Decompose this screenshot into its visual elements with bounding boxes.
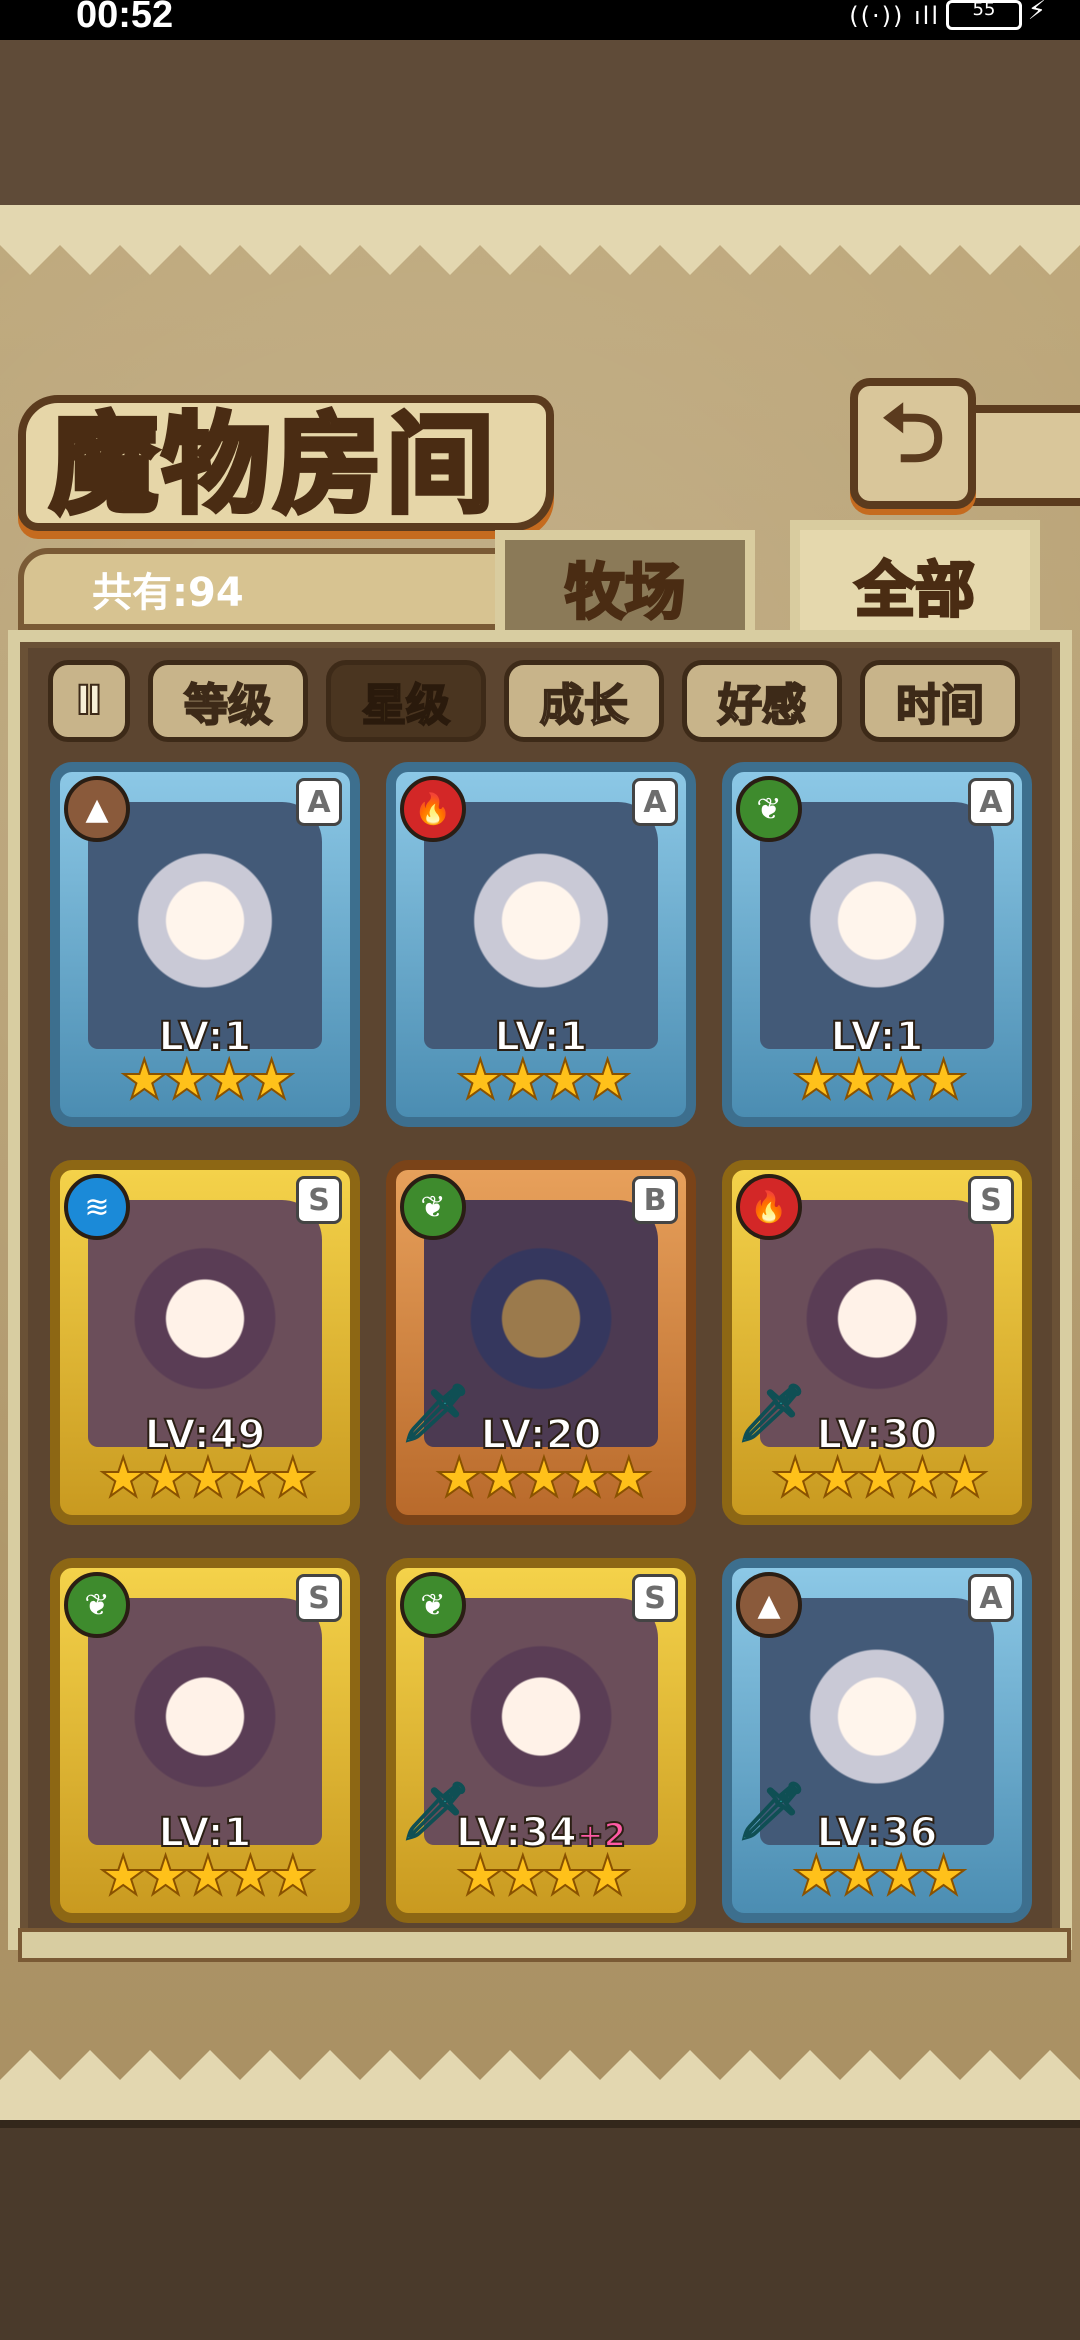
star-rating: ★★★★ (791, 1843, 969, 1908)
sort-growth-button[interactable]: 成长 (504, 660, 664, 742)
rank-badge: B (632, 1176, 678, 1224)
star-rating: ★★★★ (455, 1843, 633, 1908)
rank-badge: S (632, 1574, 678, 1622)
monster-portrait (424, 802, 658, 1049)
monster-card[interactable]: 🔥 S 🗡 LV:30 ★★★★★ (722, 1160, 1032, 1525)
bottom-map-strip (0, 2120, 1080, 2340)
star-rating: ★★★★ (791, 1047, 969, 1112)
star-rating: ★★★★★ (434, 1445, 654, 1510)
monster-card[interactable]: 🔥 A LV:1 ★★★★ (386, 762, 696, 1127)
grass-element-icon: ❦ (64, 1572, 130, 1638)
earth-element-icon: ▲ (736, 1572, 802, 1638)
sort-bar: Ⅱ 等级 星级 成长 好感 时间 (48, 660, 1020, 742)
sort-level-button[interactable]: 等级 (148, 660, 308, 742)
status-time: 00:52 (76, 0, 174, 36)
water-element-icon: ≋ (64, 1174, 130, 1240)
back-button[interactable]: ⮌ (850, 378, 976, 509)
rank-badge: S (296, 1574, 342, 1622)
back-arrow-icon: ⮌ (880, 386, 946, 480)
page-title: 魔物房间 (47, 400, 499, 531)
rank-badge: A (632, 778, 678, 826)
monster-card[interactable]: ❦ B 🗡 LV:20 ★★★★★ (386, 1160, 696, 1525)
tab-farm[interactable]: 牧场 (495, 530, 755, 635)
sort-time-button[interactable]: 时间 (860, 660, 1020, 742)
back-rail (960, 405, 1080, 506)
star-rating: ★★★★ (119, 1047, 297, 1112)
rank-badge: S (296, 1176, 342, 1224)
monster-portrait (88, 1200, 322, 1447)
monster-card[interactable]: ❦ S LV:1 ★★★★★ (50, 1558, 360, 1923)
monster-count: 共有:94 (92, 570, 244, 616)
monster-card[interactable]: ▲ A 🗡 LV:36 ★★★★ (722, 1558, 1032, 1923)
sort-order-toggle[interactable]: Ⅱ (48, 660, 130, 742)
monster-portrait (88, 1598, 322, 1845)
monster-card[interactable]: ▲ A LV:1 ★★★★ (50, 762, 360, 1127)
fire-element-icon: 🔥 (400, 776, 466, 842)
grass-element-icon: ❦ (400, 1572, 466, 1638)
monster-grid: ▲ A LV:1 ★★★★ 🔥 A LV:1 ★★★★ ❦ A LV:1 ★★★★ ≋ S LV:49 ★★★… (50, 762, 1035, 1923)
star-rating: ★★★★ (455, 1047, 633, 1112)
panel-bottom-rail (18, 1928, 1071, 1962)
sort-star-button[interactable]: 星级 (326, 660, 486, 742)
charging-icon: ⚡ (1027, 0, 1046, 26)
monster-card[interactable]: ❦ S 🗡 LV:34+2 ★★★★ (386, 1558, 696, 1923)
earth-element-icon: ▲ (64, 776, 130, 842)
monster-card[interactable]: ❦ A LV:1 ★★★★ (722, 762, 1032, 1127)
star-rating: ★★★★★ (98, 1843, 318, 1908)
tab-all[interactable]: 全部 (790, 520, 1040, 640)
rank-badge: A (968, 1574, 1014, 1622)
rank-badge: A (296, 778, 342, 826)
sort-affection-button[interactable]: 好感 (682, 660, 842, 742)
star-rating: ★★★★★ (770, 1445, 990, 1510)
battery-level: 55 (972, 0, 996, 20)
monster-portrait (760, 802, 994, 1049)
top-map-strip (0, 40, 1080, 218)
screen: 00:52 ((·)) ıll 55 ⚡ 魔物房间 ⮌ 共有:94 牧场 全部 … (0, 0, 1080, 2340)
grass-element-icon: ❦ (736, 776, 802, 842)
bottom-zigzag-border (0, 2050, 1080, 2120)
rank-badge: A (968, 778, 1014, 826)
top-zigzag-border (0, 205, 1080, 275)
rank-badge: S (968, 1176, 1014, 1224)
status-bar: 00:52 ((·)) ıll 55 ⚡ (0, 0, 1080, 40)
monster-portrait (88, 802, 322, 1049)
signal-icon: ((·)) ıll (849, 2, 940, 30)
star-rating: ★★★★★ (98, 1445, 318, 1510)
fire-element-icon: 🔥 (736, 1174, 802, 1240)
monster-card[interactable]: ≋ S LV:49 ★★★★★ (50, 1160, 360, 1525)
grass-element-icon: ❦ (400, 1174, 466, 1240)
battery-icon: 55 (946, 0, 1022, 30)
